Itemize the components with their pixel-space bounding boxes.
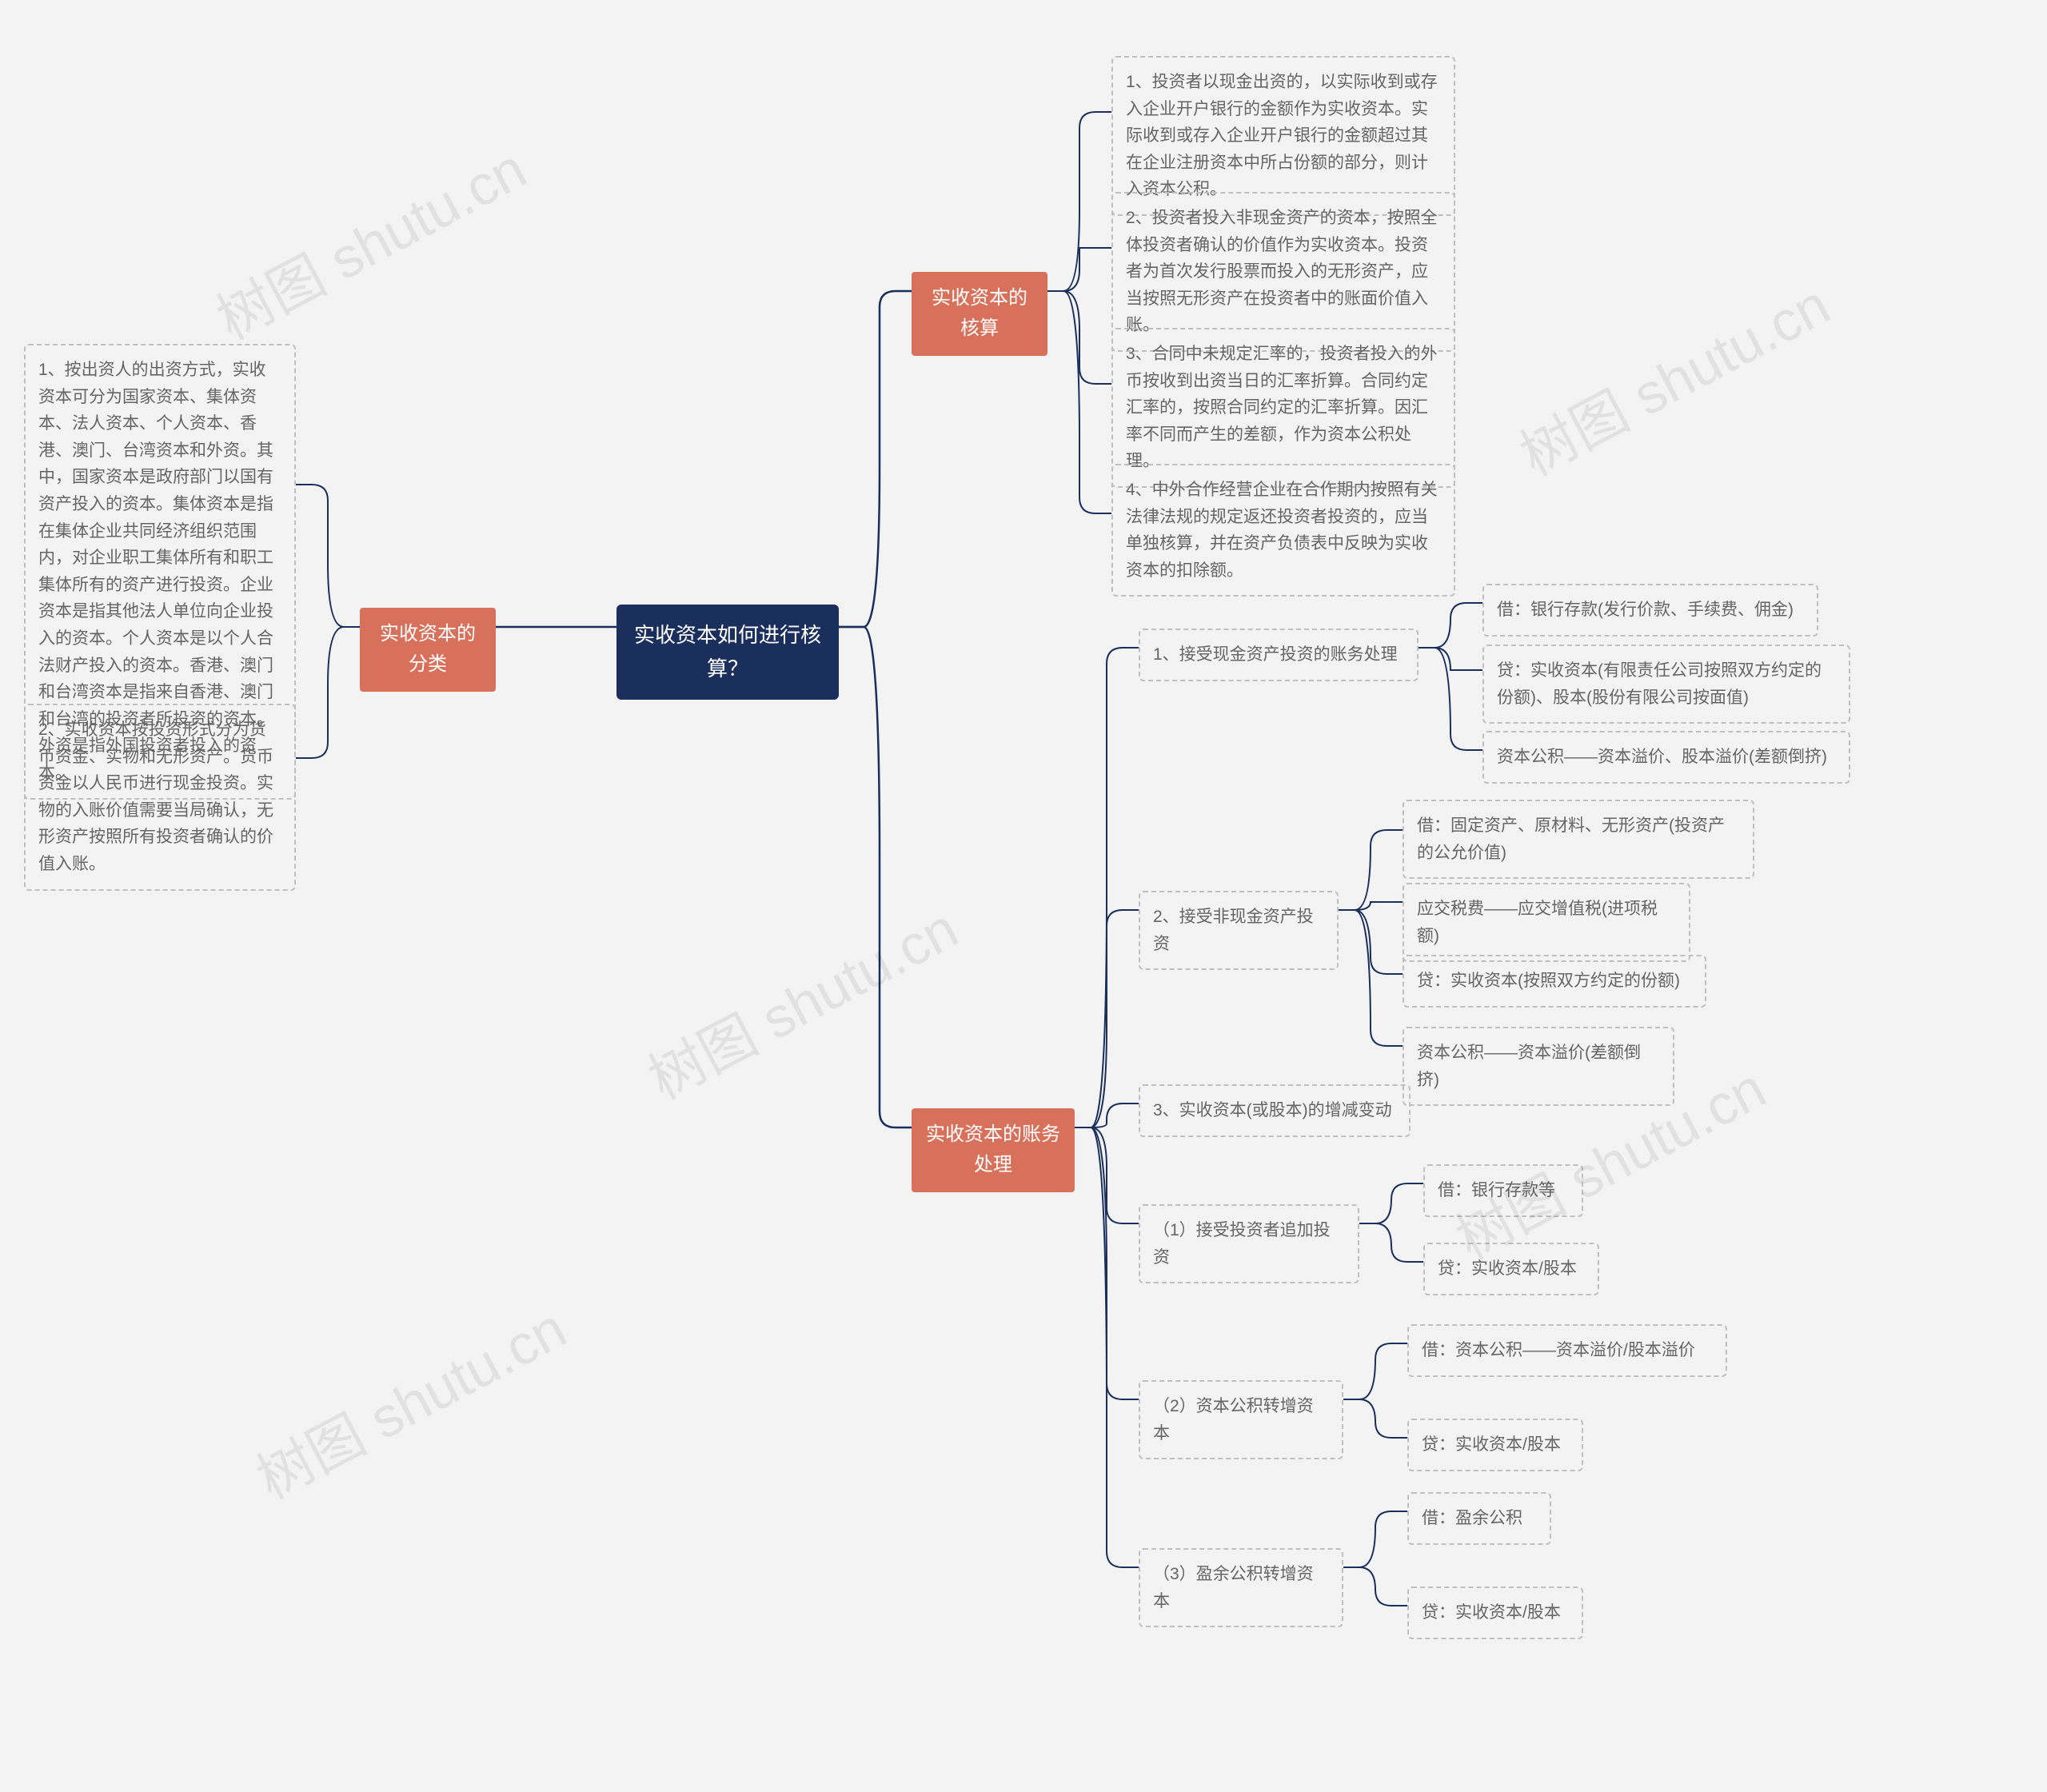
sub-cash-credit: 贷：实收资本(有限责任公司按照双方约定的份额)、股本(股份有限公司按面值) [1482, 645, 1850, 724]
connector-lines [0, 0, 2047, 1792]
leaf-accounting-4: 4、中外合作经营企业在合作期内按照有关法律法规的规定返还投资者投资的，应当单独核… [1111, 464, 1455, 597]
root-node[interactable]: 实收资本如何进行核算？ [616, 605, 839, 700]
sub-noncash-credit: 贷：实收资本(按照双方约定的份额) [1403, 955, 1706, 1008]
sub-capital-reserve-transfer: （2）资本公积转增资本 [1139, 1380, 1343, 1459]
sub-reserve-debit: 借：资本公积——资本溢价/股本溢价 [1407, 1324, 1727, 1377]
sub-additional-credit: 贷：实收资本/股本 [1423, 1243, 1599, 1295]
sub-additional-investment: （1）接受投资者追加投资 [1139, 1204, 1359, 1283]
branch-entries[interactable]: 实收资本的账务处理 [912, 1108, 1075, 1192]
sub-reserve-credit: 贷：实收资本/股本 [1407, 1419, 1583, 1471]
sub-surplus-credit: 贷：实收资本/股本 [1407, 1586, 1583, 1639]
branch-accounting[interactable]: 实收资本的核算 [912, 272, 1047, 356]
sub-capital-change: 3、实收资本(或股本)的增减变动 [1139, 1084, 1411, 1137]
sub-surplus-reserve-transfer: （3）盈余公积转增资本 [1139, 1548, 1343, 1627]
watermark: 树图 shutu.cn [632, 884, 970, 1115]
sub-noncash-debit: 借：固定资产、原材料、无形资产(投资产的公允价值) [1403, 800, 1754, 879]
sub-noncash-investment: 2、接受非现金资产投资 [1139, 891, 1339, 970]
watermark: 树图 shutu.cn [201, 125, 538, 355]
leaf-classification-2: 2、实收资本按投资形式分为货币资金、实物和无形资产。货币资金以人民币进行现金投资… [24, 704, 296, 891]
sub-noncash-surplus: 资本公积——资本溢价(差额倒挤) [1403, 1027, 1674, 1106]
sub-additional-debit: 借：银行存款等 [1423, 1164, 1583, 1217]
sub-cash-debit: 借：银行存款(发行价款、手续费、佣金) [1482, 584, 1818, 637]
sub-cash-investment: 1、接受现金资产投资的账务处理 [1139, 629, 1419, 681]
watermark: 树图 shutu.cn [1504, 261, 1842, 491]
branch-classification[interactable]: 实收资本的分类 [360, 608, 496, 692]
watermark: 树图 shutu.cn [241, 1284, 578, 1515]
sub-surplus-debit: 借：盈余公积 [1407, 1492, 1551, 1545]
sub-noncash-tax: 应交税费——应交增值税(进项税额) [1403, 883, 1690, 962]
sub-cash-surplus: 资本公积——资本溢价、股本溢价(差额倒挤) [1482, 731, 1850, 784]
